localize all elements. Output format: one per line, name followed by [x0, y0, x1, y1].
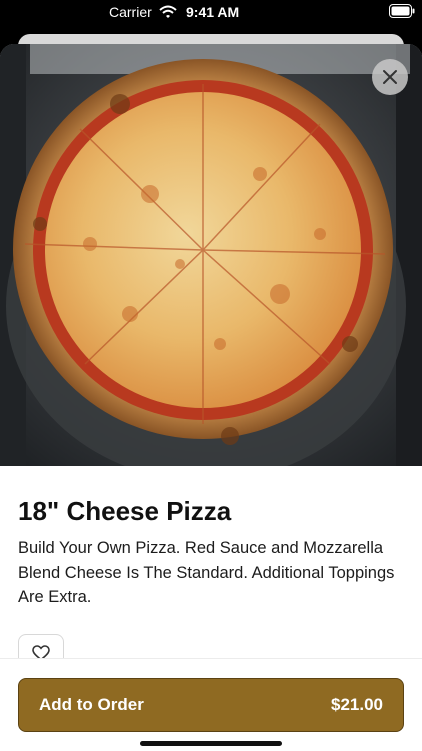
status-time: 9:41 AM: [186, 4, 240, 20]
home-indicator: [140, 741, 282, 746]
item-title: 18" Cheese Pizza: [18, 496, 232, 526]
close-button[interactable]: [372, 59, 408, 95]
pizza-photo: [0, 44, 422, 466]
carrier-label: Carrier: [109, 4, 152, 20]
price-label: $21.00: [331, 695, 383, 714]
status-bar: Carrier 9:41 AM: [0, 0, 422, 24]
add-to-order-label: Add to Order: [39, 695, 144, 714]
close-icon: [383, 70, 397, 84]
add-to-order-button[interactable]: Add to Order $21.00: [18, 678, 404, 732]
item-description: Build Your Own Pizza. Red Sauce and Mozz…: [18, 539, 395, 606]
battery-icon: [389, 4, 415, 21]
wifi-icon: [159, 5, 177, 22]
